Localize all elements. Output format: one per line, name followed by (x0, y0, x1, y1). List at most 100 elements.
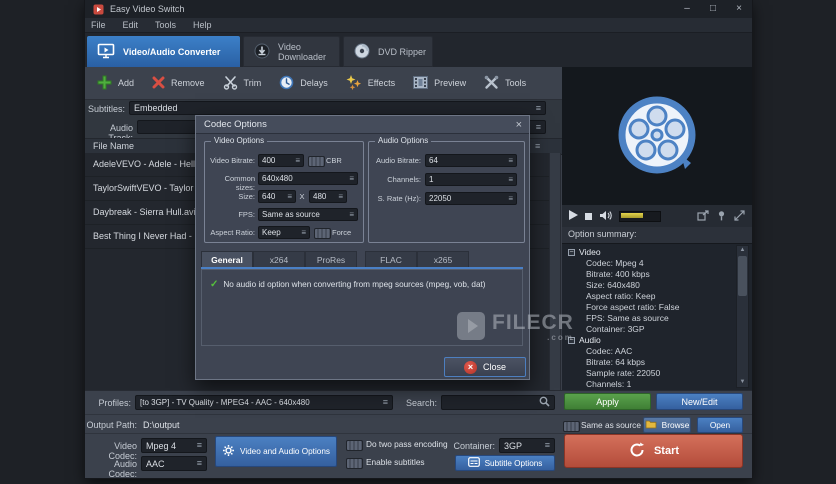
red-x-icon: × (463, 360, 477, 374)
enable-subtitles-checkbox[interactable] (346, 458, 363, 469)
no-audio-id-label: No audio id option when converting from … (223, 280, 486, 289)
dialog-tab-prores[interactable]: ProRes (305, 251, 357, 268)
tab-video-audio-converter[interactable]: Video/Audio Converter (87, 36, 240, 67)
sample-rate-dropdown[interactable]: 22050 ≡ (425, 192, 517, 205)
search-icon[interactable] (539, 396, 550, 409)
audio-codec-dropdown[interactable]: AAC ≡ (141, 456, 207, 471)
new-edit-button[interactable]: New/Edit (656, 393, 743, 410)
subtitles-dropdown[interactable]: Embedded ≡ (129, 101, 546, 115)
speaker-icon[interactable] (599, 210, 612, 223)
video-audio-options-button[interactable]: Video and Audio Options (215, 436, 337, 467)
dialog-tab-flac[interactable]: FLAC (365, 251, 417, 268)
tab-video-downloader[interactable]: Video Downloader (243, 36, 340, 67)
video-options-legend: Video Options (211, 136, 268, 146)
tree-item[interactable]: Bitrate: 400 kbps (562, 269, 752, 280)
dialog-tab-general[interactable]: General (201, 251, 253, 268)
size-width-field[interactable]: 640 ≡ (258, 190, 296, 203)
tree-item[interactable]: Codec: Mpeg 4 (562, 258, 752, 269)
channels-label: Channels: (387, 175, 421, 184)
tree-item[interactable]: Container: 3GP (562, 324, 752, 335)
scroll-up-icon[interactable]: ▲ (737, 246, 748, 255)
fullscreen-icon[interactable] (734, 209, 745, 223)
remove-x-icon (152, 76, 165, 91)
output-path-value[interactable]: D:\output (143, 420, 180, 430)
app-window: Easy Video Switch – □ × File Edit Tools … (84, 0, 753, 479)
tab-dvd-ripper[interactable]: DVD Ripper (343, 36, 433, 67)
add-button[interactable]: Add (97, 75, 134, 92)
tree-group-video[interactable]: − Video (562, 247, 752, 258)
tools-button[interactable]: Tools (484, 75, 526, 92)
dialog-tab-x265[interactable]: x265 (417, 251, 469, 268)
cbr-checkbox[interactable] (308, 156, 325, 167)
container-dropdown[interactable]: 3GP ≡ (499, 438, 555, 453)
burger-icon: ≡ (287, 192, 292, 201)
effects-button[interactable]: Effects (346, 74, 395, 92)
menu-file[interactable]: File (91, 20, 106, 30)
video-bitrate-field[interactable]: 400 ≡ (258, 154, 304, 167)
menu-help[interactable]: Help (193, 20, 212, 30)
column-options-icon[interactable]: ≡ (535, 139, 540, 154)
scroll-thumb[interactable] (738, 256, 747, 296)
channels-dropdown[interactable]: 1 ≡ (425, 173, 517, 186)
summary-scrollbar[interactable]: ▲ ▼ (736, 245, 749, 388)
dialog-close-icon[interactable]: × (516, 116, 522, 134)
delays-button[interactable]: Delays (279, 75, 328, 92)
video-bitrate-label: Video Bitrate: (210, 156, 255, 165)
tree-item[interactable]: Codec: AAC (562, 346, 752, 357)
menu-edit[interactable]: Edit (123, 20, 139, 30)
force-checkbox[interactable] (314, 228, 331, 239)
volume-slider[interactable] (619, 210, 661, 222)
subtitle-options-button[interactable]: Subtitle Options (455, 455, 555, 471)
common-sizes-dropdown[interactable]: 640x480 ≡ (258, 172, 358, 185)
audio-options-legend: Audio Options (375, 136, 432, 146)
pin-icon[interactable] (716, 210, 727, 223)
popout-icon[interactable] (697, 209, 709, 223)
fps-dropdown[interactable]: Same as source ≡ (258, 208, 358, 221)
delays-label: Delays (300, 78, 328, 88)
play-icon[interactable] (569, 210, 578, 222)
collapse-icon[interactable]: − (568, 249, 575, 256)
search-input[interactable] (441, 395, 555, 410)
playback-controls (562, 205, 752, 227)
start-button[interactable]: Start (564, 434, 743, 468)
tree-item[interactable]: FPS: Same as source (562, 313, 752, 324)
dialog-tab-x264[interactable]: x264 (253, 251, 305, 268)
minimize-button[interactable]: – (674, 0, 700, 18)
tree-item[interactable]: Aspect ratio: Keep (562, 291, 752, 302)
tree-group-audio[interactable]: − Audio (562, 335, 752, 346)
close-button[interactable]: × (726, 0, 752, 18)
stop-icon[interactable] (585, 212, 592, 220)
maximize-button[interactable]: □ (700, 0, 726, 18)
size-height-field[interactable]: 480 ≡ (309, 190, 347, 203)
file-list-scrollbar[interactable] (549, 153, 561, 390)
dropdown-burger-icon: ≡ (196, 458, 202, 468)
two-pass-checkbox[interactable] (346, 440, 363, 451)
remove-button[interactable]: Remove (152, 76, 205, 91)
profiles-dropdown[interactable]: [to 3GP] - TV Quality - MPEG4 - AAC - 64… (135, 395, 393, 410)
no-audio-id-checkbox[interactable]: ✓ No audio id option when converting fro… (210, 279, 486, 290)
preview-button[interactable]: Preview (413, 75, 466, 91)
scroll-down-icon[interactable]: ▼ (737, 378, 748, 387)
trim-button[interactable]: Trim (223, 75, 261, 92)
tree-item[interactable]: Force aspect ratio: False (562, 302, 752, 313)
volume-level (621, 212, 643, 218)
dialog-close-button[interactable]: × Close (444, 357, 526, 377)
tree-item[interactable]: Bitrate: 64 kbps (562, 357, 752, 368)
video-codec-dropdown[interactable]: Mpeg 4 ≡ (141, 438, 207, 453)
tree-item[interactable]: Channels: 1 (562, 379, 752, 390)
tree-item[interactable]: Size: 640x480 (562, 280, 752, 291)
browse-button[interactable]: Browse (643, 417, 691, 433)
enable-subtitles-label: Enable subtitles (366, 457, 425, 467)
same-as-source-checkbox[interactable] (563, 421, 580, 432)
toolbar: Add Remove Trim Delays Effects Preview T… (85, 67, 562, 100)
dropdown-burger-icon: ≡ (196, 440, 202, 450)
burger-icon: ≡ (349, 174, 354, 183)
video-preview-area (562, 67, 752, 205)
apply-button[interactable]: Apply (564, 393, 651, 410)
video-options-group: Video Options Video Bitrate: 400 ≡ CBR C… (204, 136, 364, 243)
open-button[interactable]: Open (697, 417, 743, 433)
aspect-ratio-dropdown[interactable]: Keep ≡ (258, 226, 310, 239)
menu-tools[interactable]: Tools (155, 20, 176, 30)
audio-bitrate-field[interactable]: 64 ≡ (425, 154, 517, 167)
tree-item[interactable]: Sample rate: 22050 (562, 368, 752, 379)
